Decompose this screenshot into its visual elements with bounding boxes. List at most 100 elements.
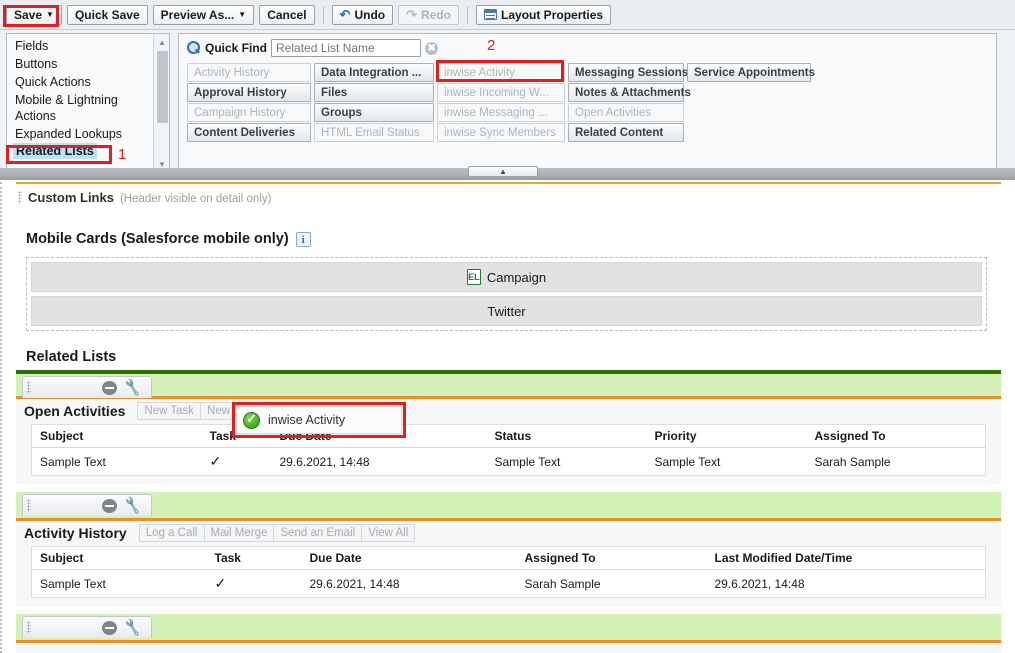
wrench-icon[interactable]: 🔧	[122, 377, 142, 397]
mobile-card-campaign-label: Campaign	[486, 269, 547, 285]
drag-grip-icon[interactable]	[27, 499, 31, 512]
sidebar-item-mobile-lightning-actions[interactable]: Mobile & Lightning Actions	[13, 91, 153, 125]
cell-assigned-to: Sarah Sample	[516, 569, 707, 598]
activity-history-table: Subject Task Due Date Assigned To Last M…	[31, 546, 986, 598]
palette-chip-messaging-sessions[interactable]: Messaging Sessions	[568, 63, 688, 82]
scroll-up-arrow-icon[interactable]: ▲	[154, 35, 170, 49]
view-all-button[interactable]: View All	[361, 524, 416, 542]
mail-merge-button[interactable]: Mail Merge	[203, 524, 274, 542]
custom-links-section-header[interactable]: Custom Links (Header visible on detail o…	[2, 184, 1015, 205]
scrollbar-thumb[interactable]	[157, 51, 168, 123]
palette-chip-inwise-activity[interactable]: inwise Activity	[437, 63, 565, 82]
collapse-up-arrow-icon: ▲	[499, 167, 507, 176]
el-document-icon: EL	[466, 269, 481, 285]
palette-chip-data-integration[interactable]: Data Integration ...	[314, 63, 434, 82]
element-type-list: Fields Buttons Quick Actions Mobile & Li…	[7, 34, 153, 172]
log-a-call-button[interactable]: Log a Call	[138, 524, 204, 542]
sidebar-item-buttons[interactable]: Buttons	[13, 55, 153, 73]
cell-status: Sample Text	[486, 447, 647, 476]
save-button-label: Save	[14, 7, 43, 22]
undo-button[interactable]: ↶ Undo	[331, 4, 394, 25]
related-list-open-activities: 🔧 Open Activities New Task New Event Sub…	[2, 370, 1015, 484]
quick-find-row: Quick Find ✖	[179, 34, 996, 61]
palette-chip-service-appointments[interactable]: Service Appointments	[687, 63, 815, 82]
annotation-number-2: 2	[487, 37, 496, 54]
sidebar-item-quick-actions[interactable]: Quick Actions	[13, 73, 153, 91]
layout-editor-panel: Save ▼ Quick Save Preview As... ▼ Cancel…	[0, 0, 1015, 180]
col-task: Task	[206, 546, 302, 570]
clear-search-icon[interactable]: ✖	[425, 41, 439, 55]
layout-properties-label: Layout Properties	[501, 7, 604, 22]
related-list-tab-3[interactable]: 🔧	[22, 616, 152, 638]
drag-grip-icon[interactable]	[27, 381, 31, 394]
remove-icon[interactable]	[101, 620, 117, 635]
drag-ghost-inwise-activity[interactable]: inwise Activity	[236, 406, 402, 434]
col-assigned-to: Assigned To	[806, 424, 986, 448]
quick-save-label: Quick Save	[74, 7, 140, 22]
wrench-icon[interactable]: 🔧	[122, 617, 142, 637]
layout-canvas: Custom Links (Header visible on detail o…	[0, 182, 1015, 653]
preview-as-button[interactable]: Preview As... ▼	[152, 4, 255, 25]
cell-subject: Sample Text	[31, 447, 202, 476]
layout-properties-button[interactable]: Layout Properties	[476, 4, 612, 25]
palette-chip-groups[interactable]: Groups	[314, 103, 434, 122]
drag-ghost-label: inwise Activity	[268, 413, 346, 427]
editor-toolbar: Save ▼ Quick Save Preview As... ▼ Cancel…	[0, 0, 1015, 30]
related-list-tab-1[interactable]: 🔧	[22, 376, 152, 398]
table-header-row: Subject Task Due Date Status Priority As…	[31, 424, 986, 448]
palette-chip-inwise-sync-members: inwise Sync Members	[437, 123, 565, 142]
sidebar-item-related-lists[interactable]: Related Lists	[13, 143, 97, 159]
element-pane-scrollbar[interactable]: ▲ ▼	[153, 34, 169, 172]
mobile-cards-dropzone[interactable]: EL Campaign Twitter	[26, 257, 987, 331]
info-icon[interactable]: i	[295, 231, 311, 247]
cell-last-modified: 29.6.2021, 14:48	[706, 569, 986, 598]
related-list-green-band-1: 🔧	[16, 370, 1001, 398]
quick-find-input[interactable]	[271, 39, 422, 57]
new-task-button[interactable]: New Task	[137, 402, 201, 420]
cell-task-check: ✓	[201, 447, 272, 476]
col-priority: Priority	[646, 424, 807, 448]
wrench-icon[interactable]: 🔧	[122, 495, 142, 515]
palette-chip-related-content[interactable]: Related Content	[568, 123, 684, 142]
palette-chip-files[interactable]: Files	[314, 83, 434, 102]
drag-grip-icon[interactable]	[18, 191, 22, 204]
layout-properties-icon	[484, 9, 498, 20]
save-dropdown-caret-icon[interactable]: ▼	[46, 10, 54, 19]
mobile-card-twitter[interactable]: Twitter	[31, 296, 982, 326]
related-list-green-band-3: 🔧	[16, 614, 1001, 640]
panel-resize-divider[interactable]: ▲	[0, 166, 1015, 178]
send-an-email-button[interactable]: Send an Email	[273, 524, 362, 542]
table-header-row: Subject Task Due Date Assigned To Last M…	[31, 546, 986, 570]
palette-chip-html-email-status: HTML Email Status	[314, 123, 434, 142]
custom-links-subtitle: (Header visible on detail only)	[119, 193, 272, 205]
annotation-number-1: 1	[118, 146, 127, 163]
preview-as-label: Preview As...	[160, 7, 235, 22]
preview-dropdown-caret-icon[interactable]: ▼	[238, 10, 246, 19]
related-list-tab-2[interactable]: 🔧	[22, 494, 152, 516]
remove-icon[interactable]	[101, 380, 117, 395]
mobile-card-campaign[interactable]: EL Campaign	[31, 262, 982, 292]
palette-chip-open-activities: Open Activities	[568, 103, 684, 122]
col-due-date: Due Date	[301, 546, 517, 570]
palette-chip-activity-history: Activity History	[187, 63, 311, 82]
drag-grip-icon[interactable]	[27, 621, 31, 634]
remove-icon[interactable]	[101, 498, 117, 513]
cell-subject: Sample Text	[31, 569, 207, 598]
sidebar-item-expanded-lookups[interactable]: Expanded Lookups	[13, 125, 153, 143]
quick-find-label: Quick Find	[205, 41, 268, 55]
cancel-label: Cancel	[267, 7, 307, 22]
cancel-button[interactable]: Cancel	[259, 4, 315, 25]
palette-chip-notes-attachments[interactable]: Notes & Attachments	[568, 83, 691, 102]
quick-save-button[interactable]: Quick Save	[66, 4, 148, 25]
search-icon	[187, 41, 201, 55]
cell-due-date: 29.6.2021, 14:48	[301, 569, 517, 598]
save-button[interactable]: Save ▼	[6, 4, 62, 25]
palette-chip-campaign-history: Campaign History	[187, 103, 311, 122]
related-list-buttons-2: Log a Call Mail Merge Send an Email View…	[138, 524, 416, 542]
sidebar-item-fields[interactable]: Fields	[13, 37, 153, 55]
panel-collapse-handle[interactable]: ▲	[468, 166, 538, 177]
related-list-body-1: Open Activities New Task New Event Subje…	[16, 396, 1001, 484]
palette-chip-content-deliveries[interactable]: Content Deliveries	[187, 123, 311, 142]
palette-chip-approval-history[interactable]: Approval History	[187, 83, 311, 102]
related-list-title-row-1: Open Activities New Task New Event	[16, 399, 1001, 424]
